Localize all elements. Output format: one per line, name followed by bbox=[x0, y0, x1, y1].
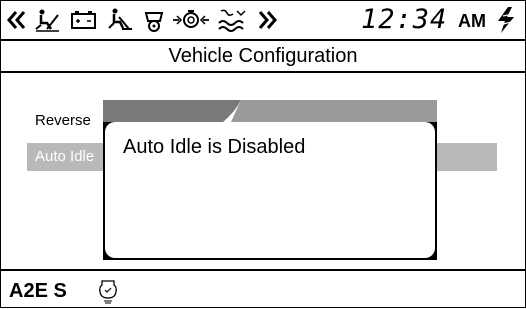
dialog-box: Auto Idle is Disabled bbox=[103, 100, 437, 260]
brake-icon bbox=[144, 12, 164, 32]
dialog-body: Auto Idle is Disabled bbox=[105, 122, 435, 258]
parking-brake-icon bbox=[35, 9, 59, 32]
fluid-icon bbox=[218, 9, 246, 32]
vehicle-display-screen: 12:34 AM Vehicle Configuration Reverse A… bbox=[0, 0, 526, 308]
engine-icon bbox=[173, 10, 209, 28]
machine-model-label: A2E S bbox=[9, 280, 67, 302]
dialog-message: Auto Idle is Disabled bbox=[123, 136, 306, 158]
battery-icon bbox=[71, 11, 96, 29]
hill-start-icon bbox=[108, 8, 132, 30]
clock-time: 12:34 bbox=[361, 4, 448, 35]
bottom-bar: A2E S bbox=[1, 269, 525, 309]
status-icons bbox=[3, 1, 343, 39]
lightning-bolt-icon bbox=[498, 7, 514, 33]
clock-ampm: AM bbox=[458, 11, 486, 31]
dialog-header-bar bbox=[103, 100, 437, 122]
chevron-left-icon[interactable] bbox=[5, 1, 29, 39]
chevron-right-icon[interactable] bbox=[255, 1, 279, 39]
status-bar: 12:34 AM bbox=[1, 1, 525, 41]
page-title: Vehicle Configuration bbox=[1, 41, 525, 73]
auto-idle-icon bbox=[99, 280, 117, 304]
